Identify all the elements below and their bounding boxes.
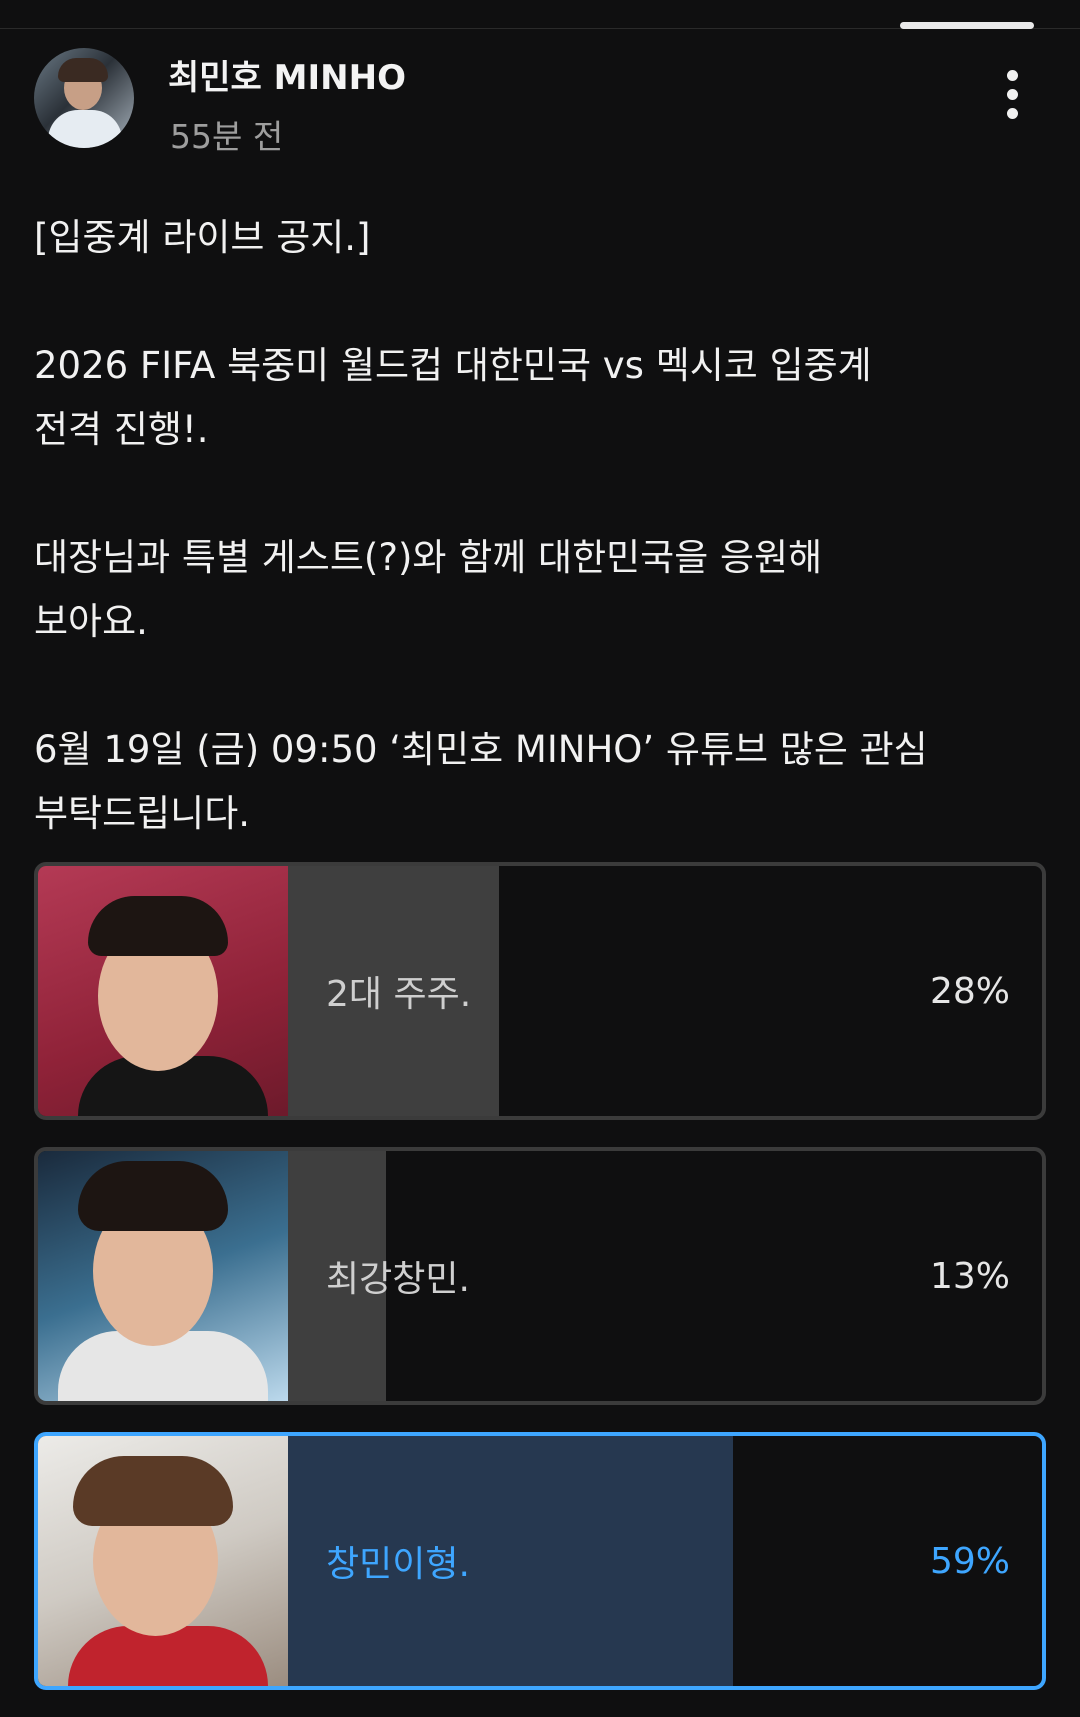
poll-option-label: 최강창민.: [326, 1259, 470, 1300]
poll-option-percent: 13%: [929, 1255, 1010, 1297]
poll-option-3[interactable]: 창민이형. 59%: [34, 1432, 1046, 1690]
more-vertical-icon[interactable]: [1000, 70, 1024, 124]
poll-option-1[interactable]: 2대 주주. 28%: [34, 862, 1046, 1120]
avatar[interactable]: [34, 48, 134, 148]
author-name[interactable]: 최민호 MINHO: [168, 50, 406, 99]
post-time: 55분 전: [170, 117, 284, 156]
poll-option-percent: 59%: [929, 1540, 1010, 1582]
post-header: 최민호 MINHO 55분 전: [34, 48, 1046, 158]
poll-option-percent: 28%: [929, 970, 1010, 1012]
avatar-shirt: [48, 110, 122, 148]
poll-option-2[interactable]: 최강창민. 13%: [34, 1147, 1046, 1405]
post-body: [입중계 라이브 공지.] 2026 FIFA 북중미 월드컵 대한민국 vs …: [34, 216, 928, 835]
poll-option-image: [38, 1436, 288, 1686]
poll-option-image: [38, 866, 288, 1116]
avatar-hair: [58, 58, 108, 82]
drag-handle[interactable]: [900, 22, 1034, 29]
poll-option-label: 창민이형.: [326, 1544, 470, 1585]
poll-option-label: 2대 주주.: [326, 974, 472, 1015]
poll-option-image: [38, 1151, 288, 1401]
